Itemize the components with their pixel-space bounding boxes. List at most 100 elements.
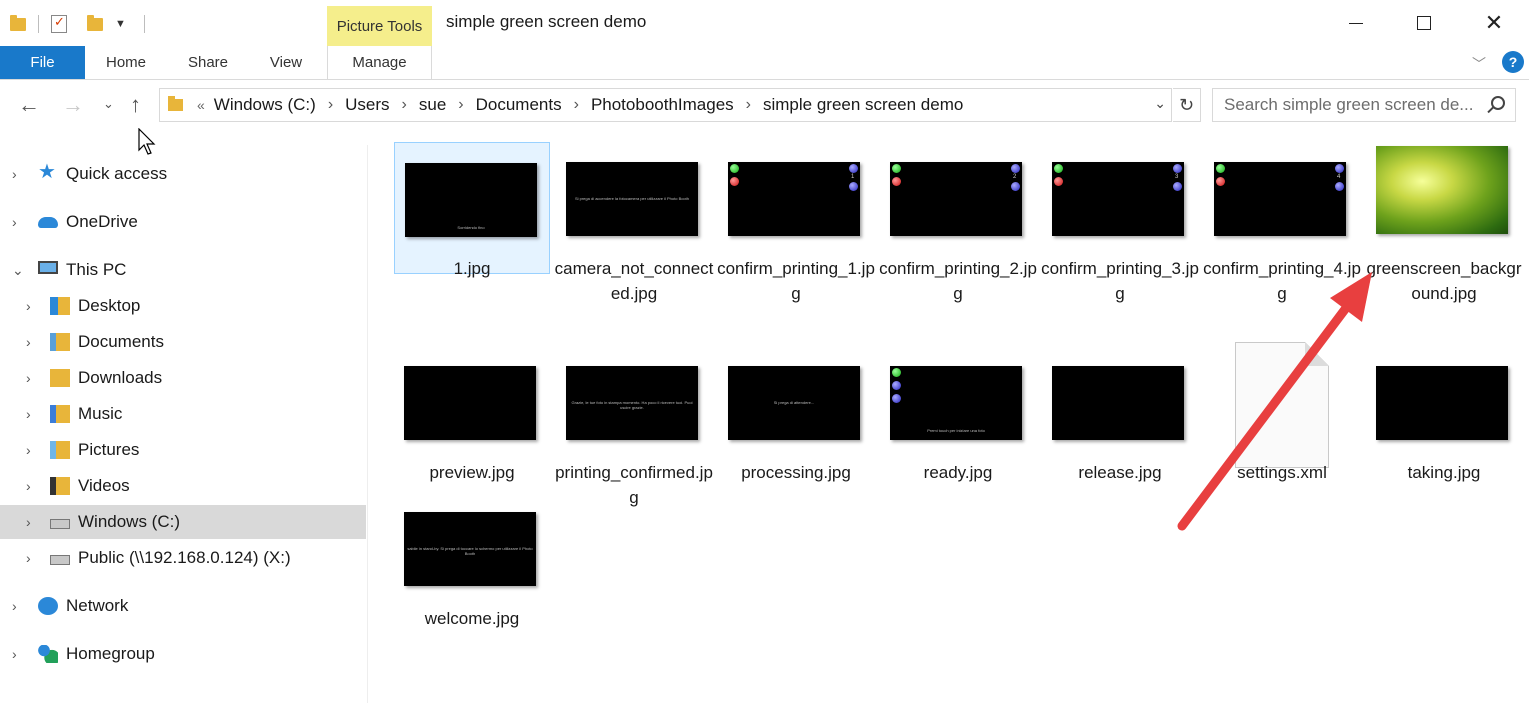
- nav-item-label: Videos: [78, 476, 130, 495]
- file-name: release.jpg: [1078, 463, 1162, 482]
- image-thumbnail: sabile in stand-by. Si prega di toccare …: [404, 512, 536, 586]
- breadcrumb-separator-icon[interactable]: ›: [402, 96, 407, 114]
- maximize-button[interactable]: [1409, 8, 1439, 38]
- chevron-right-icon[interactable]: ›: [12, 166, 17, 182]
- image-thumbnail: Sorridendo fino: [405, 163, 537, 237]
- nav-item[interactable]: › Public (\\192.168.0.124) (X:): [0, 541, 366, 575]
- forward-arrow-icon[interactable]: →: [62, 92, 84, 118]
- thumbnail-frame: [394, 346, 550, 478]
- new-folder-icon[interactable]: [87, 14, 103, 31]
- green-button-icon: [1054, 164, 1063, 173]
- red-button-icon: [730, 177, 739, 186]
- search-icon[interactable]: [1491, 96, 1505, 110]
- nav-item[interactable]: › OneDrive: [0, 205, 366, 239]
- recent-locations-icon[interactable]: ⌄: [103, 96, 114, 112]
- breadcrumb-item[interactable]: PhotoboothImages: [591, 95, 734, 115]
- nav-item[interactable]: › Videos: [0, 469, 366, 503]
- search-box[interactable]: [1212, 88, 1516, 122]
- chevron-right-icon[interactable]: ›: [26, 550, 31, 566]
- search-input[interactable]: [1224, 95, 1484, 115]
- desktop-folder-icon: [50, 297, 70, 315]
- chevron-down-icon[interactable]: ⌄: [12, 262, 24, 279]
- nav-item[interactable]: › Documents: [0, 325, 366, 359]
- nav-item-label: Desktop: [78, 296, 141, 315]
- breadcrumb-overflow[interactable]: «: [197, 97, 205, 113]
- chevron-down-icon[interactable]: ⌄: [1154, 95, 1166, 112]
- tab-manage[interactable]: Manage: [327, 46, 432, 79]
- breadcrumb-item[interactable]: Documents: [476, 95, 562, 115]
- image-thumbnail: 3: [1052, 162, 1184, 236]
- chevron-right-icon[interactable]: ›: [26, 442, 31, 458]
- green-button-icon: [892, 368, 901, 377]
- tab-share[interactable]: Share: [175, 46, 241, 79]
- refresh-button[interactable]: ↻: [1173, 88, 1201, 122]
- file-name: ready.jpg: [923, 463, 993, 482]
- pictures-folder-icon: [50, 441, 70, 459]
- tab-home[interactable]: Home: [90, 46, 162, 79]
- properties-icon[interactable]: [51, 14, 67, 33]
- breadcrumb-separator-icon[interactable]: ›: [328, 96, 333, 114]
- blue-button-icon: [1335, 164, 1344, 173]
- customize-toolbar-icon[interactable]: ▼: [115, 18, 126, 30]
- network-drive-icon: [50, 555, 70, 565]
- thumbnail-frame: 2: [880, 142, 1036, 274]
- green-button-icon: [730, 164, 739, 173]
- nav-item[interactable]: › Windows (C:): [0, 505, 366, 539]
- breadcrumb-separator-icon[interactable]: ›: [574, 96, 579, 114]
- close-button[interactable]: ✕: [1479, 8, 1509, 38]
- print-count-label: 3: [1175, 174, 1179, 180]
- nav-item[interactable]: › ★ Quick access: [0, 157, 366, 191]
- image-thumbnail: Grazie, le tue foto in stampa momento. H…: [566, 366, 698, 440]
- thumbnail-caption: Si prega di accendere la fotocamera per …: [574, 196, 690, 201]
- breadcrumb-item[interactable]: sue: [419, 95, 446, 115]
- nav-item[interactable]: ⌄ This PC: [0, 253, 366, 287]
- image-thumbnail: 2: [890, 162, 1022, 236]
- green-button-icon: [892, 164, 901, 173]
- nav-item[interactable]: › Downloads: [0, 361, 366, 395]
- breadcrumb-separator-icon[interactable]: ›: [458, 96, 463, 114]
- breadcrumb-separator-icon[interactable]: ›: [746, 96, 751, 114]
- nav-item[interactable]: › Desktop: [0, 289, 366, 323]
- toolbar-divider: [143, 15, 145, 33]
- chevron-right-icon[interactable]: ›: [26, 334, 31, 350]
- downloads-folder-icon: [50, 369, 70, 387]
- nav-item[interactable]: › Homegroup: [0, 637, 366, 671]
- up-arrow-icon[interactable]: ↑: [130, 92, 141, 118]
- thumbnail-frame: sabile in stand-by. Si prega di toccare …: [394, 492, 550, 624]
- network-icon: [38, 597, 58, 615]
- image-thumbnail: 1: [728, 162, 860, 236]
- back-arrow-icon[interactable]: ←: [18, 92, 40, 118]
- chevron-right-icon[interactable]: ›: [12, 214, 17, 230]
- breadcrumb-item[interactable]: Windows (C:): [214, 95, 316, 115]
- chevron-right-icon[interactable]: ›: [12, 646, 17, 662]
- thumbnail-frame: Premi touch per iniziare una foto: [880, 346, 1036, 478]
- quick-access-toolbar: ▼: [10, 10, 151, 38]
- file-name: processing.jpg: [741, 463, 851, 482]
- red-button-icon: [1054, 177, 1063, 186]
- tab-file[interactable]: File: [0, 46, 85, 79]
- chevron-right-icon[interactable]: ›: [12, 598, 17, 614]
- print-count-label: 2: [1013, 174, 1017, 180]
- nav-item[interactable]: › Network: [0, 589, 366, 623]
- chevron-right-icon[interactable]: ›: [26, 406, 31, 422]
- chevron-right-icon[interactable]: ›: [26, 370, 31, 386]
- tab-view[interactable]: View: [255, 46, 317, 79]
- computer-icon: [38, 261, 58, 274]
- help-icon[interactable]: ?: [1502, 51, 1524, 73]
- address-bar[interactable]: « Windows (C:) › Users › sue › Documents…: [159, 88, 1172, 122]
- minimize-icon: [1349, 22, 1363, 24]
- folder-icon: [168, 96, 183, 111]
- nav-item-label: Documents: [78, 332, 164, 351]
- file-name: camera_not_connected.jpg: [554, 259, 714, 303]
- chevron-right-icon[interactable]: ›: [26, 514, 31, 530]
- minimize-button[interactable]: [1341, 8, 1371, 38]
- nav-item[interactable]: › Music: [0, 397, 366, 431]
- chevron-right-icon[interactable]: ›: [26, 298, 31, 314]
- breadcrumb-current[interactable]: simple green screen demo: [763, 95, 963, 115]
- chevron-right-icon[interactable]: ›: [26, 478, 31, 494]
- image-thumbnail: [404, 366, 536, 440]
- thumbnail-frame: [1042, 346, 1198, 478]
- nav-item[interactable]: › Pictures: [0, 433, 366, 467]
- expand-ribbon-icon[interactable]: ﹀: [1472, 54, 1486, 74]
- breadcrumb-item[interactable]: Users: [345, 95, 389, 115]
